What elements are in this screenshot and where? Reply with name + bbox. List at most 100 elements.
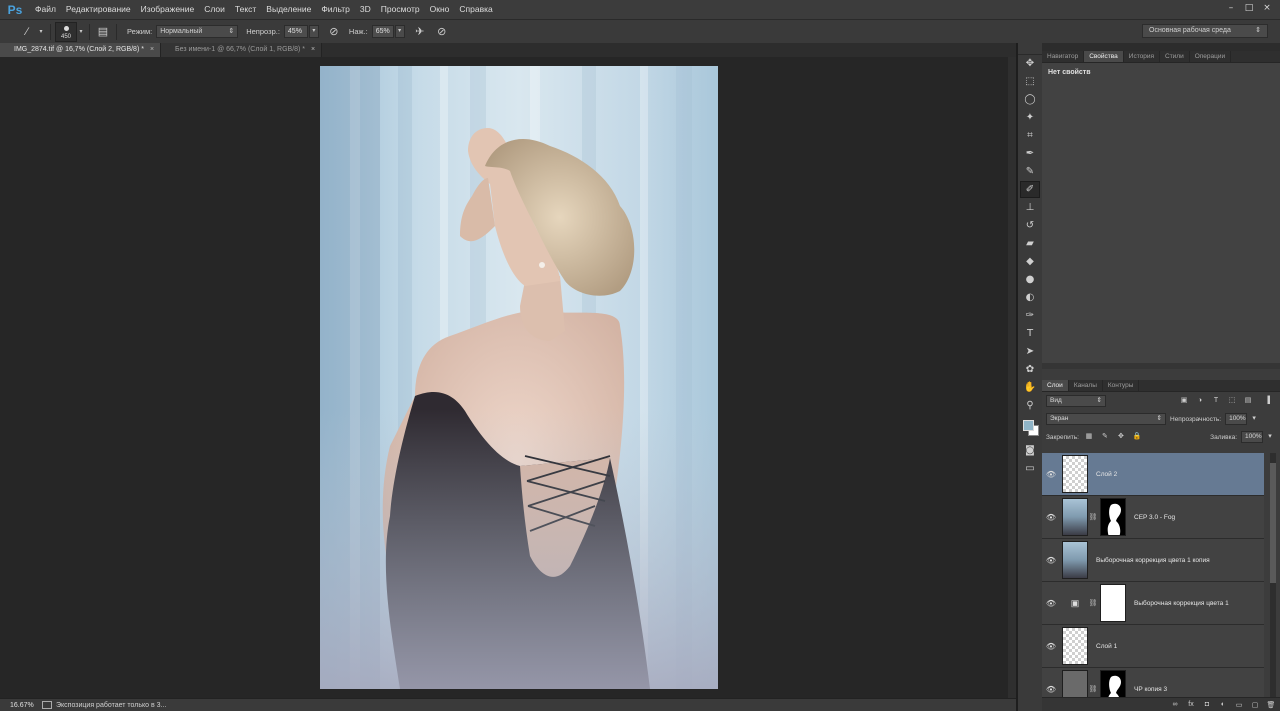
healing-brush-tool-icon[interactable]: ✎ bbox=[1020, 163, 1040, 180]
menu-item[interactable]: Окно bbox=[425, 0, 455, 19]
history-brush-tool-icon[interactable]: ↺ bbox=[1020, 217, 1040, 234]
tools-panel-grip[interactable] bbox=[1018, 43, 1042, 55]
layers-scroll-thumb[interactable] bbox=[1270, 463, 1276, 583]
layer-row[interactable]: 👁 Слой 1 bbox=[1042, 625, 1264, 668]
layer-row[interactable]: 👁 Выборочная коррекция цвета 1 копия bbox=[1042, 539, 1264, 582]
canvas-scrollbar[interactable] bbox=[1008, 57, 1016, 698]
menu-item[interactable]: Файл bbox=[30, 0, 61, 19]
tab-actions[interactable]: Операции bbox=[1190, 51, 1232, 62]
visibility-eye-icon[interactable]: 👁 bbox=[1042, 470, 1060, 479]
chevron-down-icon[interactable]: ▾ bbox=[36, 23, 46, 41]
layer-thumbnail[interactable] bbox=[1062, 670, 1088, 697]
tab-layers[interactable]: Слои bbox=[1042, 380, 1069, 391]
quick-mask-icon[interactable]: ◙ bbox=[1020, 442, 1040, 459]
status-info-icon[interactable] bbox=[42, 701, 52, 709]
layer-fill-input[interactable]: 100% bbox=[1241, 431, 1263, 443]
menu-item[interactable]: Редактирование bbox=[61, 0, 136, 19]
filter-shape-icon[interactable]: ⬚ bbox=[1226, 395, 1238, 407]
visibility-eye-icon[interactable]: 👁 bbox=[1042, 513, 1060, 522]
delete-layer-icon[interactable]: 🗑 bbox=[1266, 701, 1276, 709]
document-canvas-image[interactable] bbox=[320, 66, 718, 689]
layer-row[interactable]: 👁 Слой 2 bbox=[1042, 453, 1264, 496]
filter-toggle-icon[interactable]: ▌ bbox=[1264, 395, 1276, 407]
screen-mode-icon[interactable]: ▭ bbox=[1020, 460, 1040, 477]
mask-link-icon[interactable]: ⛓ bbox=[1088, 685, 1098, 693]
layer-mask-thumbnail[interactable] bbox=[1100, 670, 1126, 697]
menu-item[interactable]: Слои bbox=[199, 0, 230, 19]
panel-grip[interactable] bbox=[1042, 43, 1280, 51]
lock-transparency-icon[interactable]: ▦ bbox=[1083, 431, 1095, 443]
blur-tool-icon[interactable]: ● bbox=[1020, 271, 1040, 288]
close-icon[interactable]: × bbox=[150, 46, 154, 53]
visibility-eye-icon[interactable]: 👁 bbox=[1042, 642, 1060, 651]
blend-mode-select[interactable]: Экран ⇕ bbox=[1046, 413, 1166, 425]
layer-thumbnail[interactable] bbox=[1062, 627, 1088, 665]
eyedropper-tool-icon[interactable]: ✒ bbox=[1020, 145, 1040, 162]
add-mask-icon[interactable]: ◘ bbox=[1202, 701, 1212, 708]
lock-pixels-icon[interactable]: ✎ bbox=[1099, 431, 1111, 443]
layers-scrollbar[interactable] bbox=[1270, 453, 1276, 697]
pen-tool-icon[interactable]: ✑ bbox=[1020, 307, 1040, 324]
chevron-down-icon[interactable]: ▾ bbox=[1248, 413, 1260, 425]
crop-tool-icon[interactable]: ⌗ bbox=[1020, 127, 1040, 144]
menu-item[interactable]: 3D bbox=[355, 0, 376, 19]
new-adjustment-icon[interactable]: ◐ bbox=[1218, 701, 1228, 708]
flow-input[interactable]: 65% bbox=[371, 25, 394, 38]
layer-opacity-input[interactable]: 100% bbox=[1225, 413, 1248, 425]
layer-row[interactable]: 👁 ⛓ CEP 3.0 - Fog bbox=[1042, 496, 1264, 539]
menu-item[interactable]: Фильтр bbox=[316, 0, 355, 19]
marquee-tool-icon[interactable]: ⬚ bbox=[1020, 73, 1040, 90]
zoom-tool-icon[interactable]: ⚲ bbox=[1020, 397, 1040, 414]
foreground-color[interactable] bbox=[1023, 420, 1034, 431]
flow-dropdown-button[interactable]: ▾ bbox=[394, 25, 405, 38]
shape-tool-icon[interactable]: ✿ bbox=[1020, 361, 1040, 378]
dodge-tool-icon[interactable]: ◐ bbox=[1020, 289, 1040, 306]
layer-mask-thumbnail[interactable] bbox=[1100, 584, 1126, 622]
hand-tool-icon[interactable]: ✋ bbox=[1020, 379, 1040, 396]
document-tab[interactable]: Без имени-1 @ 66,7% (Слой 1, RGB/8) * × bbox=[161, 43, 323, 57]
visibility-eye-icon[interactable]: 👁 bbox=[1042, 556, 1060, 565]
tab-styles[interactable]: Стили bbox=[1160, 51, 1190, 62]
new-layer-icon[interactable]: ▢ bbox=[1250, 701, 1260, 709]
menu-item[interactable]: Просмотр bbox=[376, 0, 425, 19]
menu-item[interactable]: Изображение bbox=[136, 0, 200, 19]
layer-thumbnail[interactable] bbox=[1062, 498, 1088, 536]
link-layers-icon[interactable]: ∞ bbox=[1170, 701, 1180, 708]
tab-channels[interactable]: Каналы bbox=[1069, 380, 1103, 391]
move-tool-icon[interactable]: ✥ bbox=[1020, 55, 1040, 72]
document-tab-active[interactable]: IMG_2874.tif @ 16,7% (Слой 2, RGB/8) * × bbox=[0, 43, 162, 57]
layer-thumbnail[interactable] bbox=[1062, 541, 1088, 579]
menu-item[interactable]: Выделение bbox=[261, 0, 316, 19]
mask-link-icon[interactable]: ⛓ bbox=[1088, 513, 1098, 521]
close-icon[interactable]: × bbox=[311, 46, 315, 53]
airbrush-icon[interactable]: ✈ bbox=[411, 23, 429, 41]
lock-all-icon[interactable]: 🔒 bbox=[1131, 431, 1143, 443]
maximize-button[interactable]: □ bbox=[1242, 2, 1256, 14]
lasso-tool-icon[interactable]: ◯ bbox=[1020, 91, 1040, 108]
opacity-dropdown-button[interactable]: ▾ bbox=[308, 25, 319, 38]
layer-thumbnail[interactable] bbox=[1062, 455, 1088, 493]
new-group-icon[interactable]: ▭ bbox=[1234, 701, 1244, 709]
opacity-input[interactable]: 45% bbox=[283, 25, 308, 38]
tab-history[interactable]: История bbox=[1124, 51, 1160, 62]
paint-bucket-tool-icon[interactable]: ◆ bbox=[1020, 253, 1040, 270]
filter-pixel-icon[interactable]: ▣ bbox=[1178, 395, 1190, 407]
brush-panel-icon[interactable]: ▤ bbox=[94, 23, 112, 41]
path-selection-tool-icon[interactable]: ➤ bbox=[1020, 343, 1040, 360]
menu-item[interactable]: Справка bbox=[454, 0, 497, 19]
brush-tool-icon[interactable]: ✐ bbox=[1020, 181, 1040, 198]
brush-preset-icon[interactable]: ∕ bbox=[18, 23, 36, 41]
tab-properties[interactable]: Свойства bbox=[1084, 51, 1124, 62]
mask-link-icon[interactable]: ⛓ bbox=[1088, 599, 1098, 607]
zoom-level[interactable]: 16.67% bbox=[0, 702, 38, 709]
tab-paths[interactable]: Контуры bbox=[1103, 380, 1140, 391]
lock-position-icon[interactable]: ✥ bbox=[1115, 431, 1127, 443]
eraser-tool-icon[interactable]: ▰ bbox=[1020, 235, 1040, 252]
mode-select[interactable]: Нормальный ⇕ bbox=[156, 25, 239, 38]
workspace-select[interactable]: Основная рабочая среда ⇕ bbox=[1142, 24, 1268, 38]
brush-size-picker[interactable]: 450 bbox=[55, 21, 77, 42]
pressure-opacity-icon[interactable]: ⊘ bbox=[325, 23, 343, 41]
minimize-button[interactable]: – bbox=[1224, 2, 1238, 14]
filter-smart-object-icon[interactable]: ▤ bbox=[1242, 395, 1254, 407]
clone-stamp-tool-icon[interactable]: ⊥ bbox=[1020, 199, 1040, 216]
